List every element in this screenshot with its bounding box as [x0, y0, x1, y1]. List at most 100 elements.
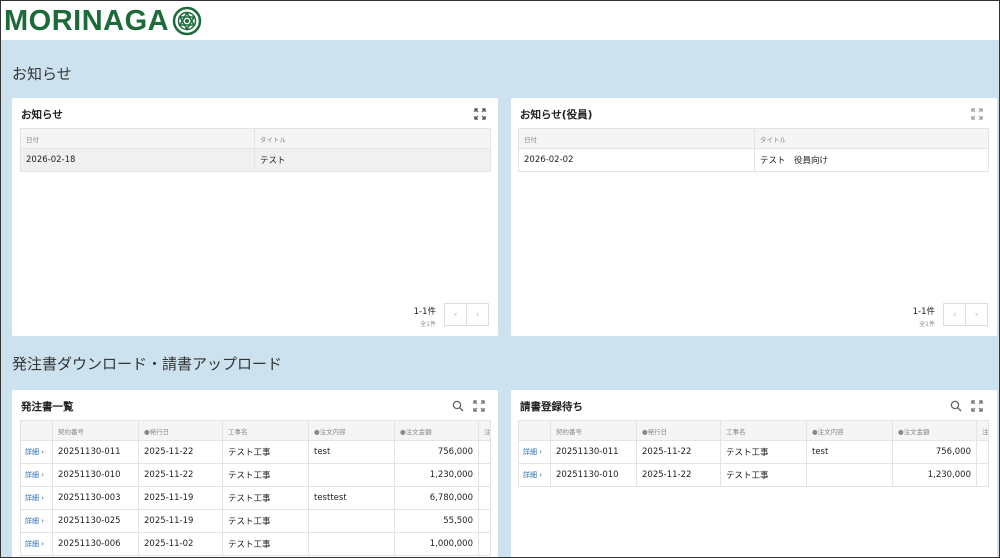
- pager-count: 1-1件: [912, 307, 935, 317]
- table-row[interactable]: 2026-02-18 テスト: [20, 148, 491, 172]
- officer-notices-card-title: お知らせ(役員): [520, 109, 593, 121]
- cell-date: 2026-02-18: [20, 148, 255, 172]
- cell-order-amount: 55,500: [394, 509, 479, 533]
- table-row[interactable]: 詳細 › 20251130-003 2025-11-19 テスト工事 testtest 6…: [20, 486, 491, 510]
- col-order-content: ●注文内容: [308, 420, 395, 441]
- chevron-right-icon: ›: [41, 448, 45, 456]
- cell-more: [478, 463, 491, 487]
- acceptance-table: 契約番号 ●発行日 工事名 ●注文内容 ●注文金額 注 詳細 › 20251130…: [518, 420, 989, 487]
- detail-label: 詳細: [25, 471, 39, 479]
- cell-work-name: テスト工事: [720, 440, 807, 464]
- table-row[interactable]: 詳細 › 20251130-011 2025-11-22 テスト工事 test 756,0…: [518, 440, 989, 464]
- expand-icon[interactable]: [473, 400, 485, 412]
- expand-icon[interactable]: [971, 108, 983, 120]
- detail-link[interactable]: 詳細 ›: [20, 532, 53, 556]
- chevron-right-icon: ›: [539, 448, 543, 456]
- cell-order-content: [806, 463, 893, 487]
- cell-date: 2026-02-02: [518, 148, 755, 172]
- next-page-button[interactable]: ›: [965, 303, 988, 326]
- col-more: 注: [478, 420, 491, 441]
- col-work-name: 工事名: [720, 420, 807, 441]
- detail-link[interactable]: 詳細 ›: [20, 440, 53, 464]
- pager-count: 1-1件: [413, 307, 436, 317]
- col-contract-no: 契約番号: [52, 420, 139, 441]
- chevron-right-icon: ›: [41, 494, 45, 502]
- table-row[interactable]: 詳細 › 20251130-025 2025-11-19 テスト工事 55,500: [20, 509, 491, 533]
- prev-page-button[interactable]: ‹: [943, 303, 966, 326]
- col-order-content: ●注文内容: [806, 420, 893, 441]
- detail-label: 詳細: [25, 448, 39, 456]
- chevron-right-icon: ›: [41, 471, 45, 479]
- table-row[interactable]: 詳細 › 20251130-010 2025-11-22 テスト工事 1,230,000: [20, 463, 491, 487]
- cell-contract-no: 20251130-025: [52, 509, 139, 533]
- cell-order-amount: 756,000: [394, 440, 479, 464]
- detail-label: 詳細: [25, 517, 39, 525]
- cell-issue-date: 2025-11-22: [636, 440, 721, 464]
- detail-link[interactable]: 詳細 ›: [20, 509, 53, 533]
- orders-card-title: 発注書一覧: [21, 401, 74, 413]
- logo[interactable]: MORINAGA: [4, 4, 202, 38]
- section-title-orders: 発注書ダウンロード・請書アップロード: [12, 355, 283, 373]
- cell-issue-date: 2025-11-22: [138, 440, 223, 464]
- cell-work-name: テスト工事: [222, 532, 309, 556]
- detail-link[interactable]: 詳細 ›: [20, 486, 53, 510]
- notices-card-title: お知らせ: [21, 109, 63, 121]
- cell-work-name: テスト工事: [222, 509, 309, 533]
- cell-contract-no: 20251130-010: [52, 463, 139, 487]
- detail-link[interactable]: 詳細 ›: [20, 463, 53, 487]
- col-order-amount: ●注文金額: [892, 420, 977, 441]
- table-row[interactable]: 詳細 › 20251130-006 2025-11-02 テスト工事 1,000,000: [20, 532, 491, 556]
- search-icon[interactable]: [452, 400, 464, 412]
- table-row[interactable]: 2026-02-02 テスト 役員向け: [518, 148, 989, 172]
- cell-contract-no: 20251130-011: [52, 440, 139, 464]
- col-issue-date: ●発行日: [636, 420, 721, 441]
- cell-work-name: テスト工事: [222, 440, 309, 464]
- col-date: 日付: [20, 128, 255, 149]
- table-row[interactable]: 詳細 › 20251130-011 2025-11-22 テスト工事 test 756,0…: [20, 440, 491, 464]
- cell-more: [478, 440, 491, 464]
- cell-work-name: テスト工事: [720, 463, 807, 487]
- col-title: タイトル: [754, 128, 989, 149]
- cell-issue-date: 2025-11-22: [636, 463, 721, 487]
- cell-order-content: [308, 509, 395, 533]
- cell-more: [478, 532, 491, 556]
- acceptance-card: 請書登録待ち 契約番号 ●発行日 工事名 ●注文内容 ●注文金額 注 詳細 › 2…: [511, 390, 997, 557]
- chevron-left-icon: ‹: [453, 309, 458, 320]
- chevron-right-icon: ›: [41, 540, 45, 548]
- search-icon[interactable]: [950, 400, 962, 412]
- col-issue-date: ●発行日: [138, 420, 223, 441]
- cell-order-amount: 756,000: [892, 440, 977, 464]
- cell-work-name: テスト工事: [222, 486, 309, 510]
- notices-table: 日付 タイトル 2026-02-18 テスト: [20, 128, 491, 172]
- cell-contract-no: 20251130-011: [550, 440, 637, 464]
- col-title: タイトル: [254, 128, 491, 149]
- table-row[interactable]: 詳細 › 20251130-010 2025-11-22 テスト工事 1,230,000: [518, 463, 989, 487]
- top-bar: MORINAGA: [1, 1, 999, 40]
- col-order-amount: ●注文金額: [394, 420, 479, 441]
- detail-label: 詳細: [523, 471, 537, 479]
- cell-order-content: [308, 532, 395, 556]
- prev-page-button[interactable]: ‹: [444, 303, 467, 326]
- expand-icon[interactable]: [474, 108, 486, 120]
- logo-mark-icon: [172, 6, 202, 36]
- cell-order-amount: 6,780,000: [394, 486, 479, 510]
- cell-order-content: test: [308, 440, 395, 464]
- detail-link[interactable]: 詳細 ›: [518, 440, 551, 464]
- cell-order-amount: 1,230,000: [394, 463, 479, 487]
- expand-icon[interactable]: [971, 400, 983, 412]
- cell-more: [478, 486, 491, 510]
- detail-label: 詳細: [25, 494, 39, 502]
- col-contract-no: 契約番号: [550, 420, 637, 441]
- cell-issue-date: 2025-11-19: [138, 509, 223, 533]
- cell-work-name: テスト工事: [222, 463, 309, 487]
- officer-notices-card: お知らせ(役員) 日付 タイトル 2026-02-02 テスト 役員向け 1-1…: [511, 98, 997, 336]
- section-title-notices: お知らせ: [12, 65, 72, 83]
- cell-contract-no: 20251130-010: [550, 463, 637, 487]
- cell-order-content: testtest: [308, 486, 395, 510]
- cell-more: [976, 463, 989, 487]
- detail-link[interactable]: 詳細 ›: [518, 463, 551, 487]
- chevron-right-icon: ›: [974, 309, 979, 320]
- chevron-left-icon: ‹: [952, 309, 957, 320]
- cell-issue-date: 2025-11-19: [138, 486, 223, 510]
- next-page-button[interactable]: ›: [466, 303, 489, 326]
